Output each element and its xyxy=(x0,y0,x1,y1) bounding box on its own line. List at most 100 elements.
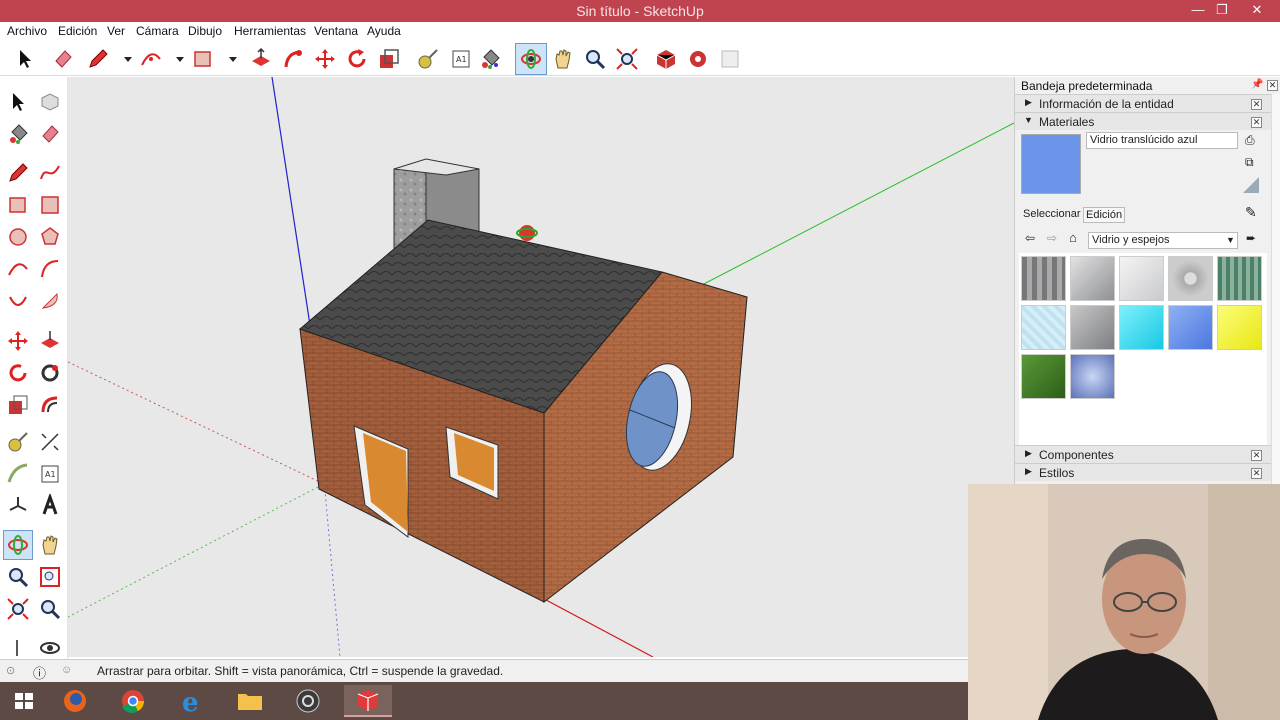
rectangle-icon[interactable] xyxy=(6,193,30,217)
components-panel-header[interactable]: ▶ Componentes ✕ xyxy=(1015,445,1271,463)
select-icon[interactable] xyxy=(13,47,37,71)
zoom-window-icon[interactable] xyxy=(38,565,62,589)
swatch-1[interactable] xyxy=(1070,256,1115,301)
menu-ventana[interactable]: Ventana xyxy=(314,24,358,38)
start-icon[interactable] xyxy=(6,685,42,717)
eraser-icon[interactable] xyxy=(38,122,62,146)
pin-icon[interactable]: 📌 xyxy=(1251,79,1263,90)
rotate-icon[interactable] xyxy=(345,47,369,71)
protractor-icon[interactable] xyxy=(6,462,30,486)
tape-measure-icon[interactable] xyxy=(416,47,440,71)
tab-select[interactable]: Seleccionar xyxy=(1023,208,1080,220)
styles-panel-header[interactable]: ▶ Estilos ✕ xyxy=(1015,463,1271,481)
scale-icon[interactable] xyxy=(6,393,30,417)
move-icon[interactable] xyxy=(313,47,337,71)
walk-icon[interactable] xyxy=(6,636,30,660)
file-explorer-icon[interactable] xyxy=(232,685,268,717)
collection-select[interactable]: Vidrio y espejos xyxy=(1088,232,1238,249)
pan-icon[interactable] xyxy=(38,533,62,557)
user-icon[interactable]: ☺ xyxy=(61,664,72,676)
chrome-icon[interactable] xyxy=(115,685,151,717)
close-panel-icon[interactable]: ✕ xyxy=(1251,117,1262,128)
close-panel-icon[interactable]: ✕ xyxy=(1251,99,1262,110)
tab-edit[interactable]: Edición xyxy=(1083,207,1126,223)
swatch-0[interactable] xyxy=(1021,256,1066,301)
arc-icon[interactable] xyxy=(6,257,30,281)
restore-button[interactable]: ❐ xyxy=(1207,0,1237,22)
follow-me-icon[interactable] xyxy=(38,361,62,385)
pencil-icon[interactable] xyxy=(86,47,110,71)
select-icon[interactable] xyxy=(6,90,30,114)
menu-archivo[interactable]: Archivo xyxy=(7,24,47,38)
zoom-extents-icon[interactable] xyxy=(615,47,639,71)
tape-measure-icon[interactable] xyxy=(6,430,30,454)
swatch-6[interactable] xyxy=(1070,305,1115,350)
circle-icon[interactable] xyxy=(6,225,30,249)
zoom-icon[interactable] xyxy=(583,47,607,71)
rotate-icon[interactable] xyxy=(6,361,30,385)
push-pull-icon[interactable] xyxy=(38,329,62,353)
swatch-5[interactable] xyxy=(1021,305,1066,350)
menu-herramientas[interactable]: Herramientas xyxy=(234,24,306,38)
details-icon[interactable]: ➨ xyxy=(1246,231,1256,245)
default-material-icon[interactable]: ⎙ xyxy=(1245,133,1255,148)
orbit-icon[interactable] xyxy=(515,43,547,75)
eraser-icon[interactable] xyxy=(51,47,75,71)
arc-dropdown-icon[interactable] xyxy=(168,47,184,71)
tray-scrollbar[interactable] xyxy=(1271,94,1280,484)
geo-location-icon[interactable]: ⊙ xyxy=(6,664,15,677)
line-icon[interactable] xyxy=(6,161,30,185)
home-icon[interactable]: ⌂ xyxy=(1069,230,1077,245)
swatch-11[interactable] xyxy=(1070,354,1115,399)
previous-view-icon[interactable] xyxy=(38,597,62,621)
swatch-4[interactable] xyxy=(1217,256,1262,301)
menu-dibujo[interactable]: Dibujo xyxy=(188,24,222,38)
orbit-icon[interactable] xyxy=(3,530,33,560)
move-icon[interactable] xyxy=(6,329,30,353)
entity-info-panel-header[interactable]: ▶ Información de la entidad ✕ xyxy=(1015,94,1271,112)
scale-icon[interactable] xyxy=(377,47,401,71)
pencil-dropdown-icon[interactable] xyxy=(116,47,132,71)
menu-ver[interactable]: Ver xyxy=(107,24,125,38)
close-panel-icon[interactable]: ✕ xyxy=(1251,468,1262,479)
swatch-7[interactable] xyxy=(1119,305,1164,350)
extension-warehouse-icon[interactable] xyxy=(686,47,710,71)
look-around-icon[interactable] xyxy=(38,636,62,660)
swatch-2[interactable] xyxy=(1119,256,1164,301)
materials-panel-header[interactable]: ▼ Materiales ✕ xyxy=(1015,112,1271,130)
pie-icon[interactable] xyxy=(38,289,62,313)
material-name-field[interactable]: Vidrio translúcido azul xyxy=(1086,132,1238,149)
menu-edicion[interactable]: Edición xyxy=(58,24,97,38)
rectangle-dropdown-icon[interactable] xyxy=(221,47,237,71)
drawing-viewport[interactable] xyxy=(68,77,1014,657)
polygon-icon[interactable] xyxy=(38,225,62,249)
push-pull-icon[interactable] xyxy=(249,47,273,71)
swatch-10[interactable] xyxy=(1021,354,1066,399)
dimension-icon[interactable] xyxy=(38,430,62,454)
swatch-9[interactable] xyxy=(1217,305,1262,350)
menu-camara[interactable]: Cámara xyxy=(136,24,179,38)
pan-icon[interactable] xyxy=(551,47,575,71)
credits-icon[interactable]: ⓘ xyxy=(33,663,46,682)
model-canvas[interactable] xyxy=(68,77,1014,657)
paint-bucket-icon[interactable] xyxy=(6,122,30,146)
close-tray-icon[interactable]: ✕ xyxy=(1267,80,1278,91)
swatch-3[interactable] xyxy=(1168,256,1213,301)
offset-icon[interactable] xyxy=(38,393,62,417)
internet-explorer-icon[interactable]: e xyxy=(174,685,210,718)
paint-bucket-icon[interactable] xyxy=(478,47,502,71)
create-material-icon[interactable]: ⧉ xyxy=(1245,155,1254,170)
axes-icon[interactable] xyxy=(6,494,30,518)
firefox-icon[interactable] xyxy=(57,685,93,717)
3d-text-icon[interactable] xyxy=(38,492,62,518)
zoom-extents-icon[interactable] xyxy=(6,597,30,621)
rotated-rectangle-icon[interactable] xyxy=(38,193,62,217)
arc-icon[interactable] xyxy=(139,47,163,71)
eyedropper-icon[interactable]: ✎ xyxy=(1245,204,1257,221)
sketchup-icon[interactable] xyxy=(344,685,392,717)
freehand-icon[interactable] xyxy=(38,161,62,185)
swatch-8[interactable] xyxy=(1168,305,1213,350)
three-point-arc-icon[interactable] xyxy=(6,289,30,313)
close-panel-icon[interactable]: ✕ xyxy=(1251,450,1262,461)
make-component-icon[interactable] xyxy=(38,90,62,114)
